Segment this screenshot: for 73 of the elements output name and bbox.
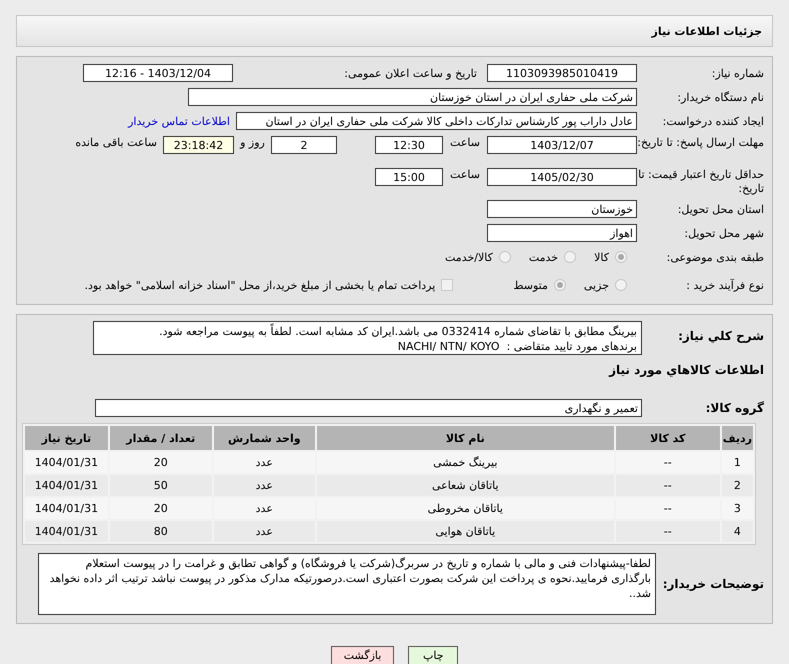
option-label: متوسط: [513, 278, 548, 292]
column-header: واحد شمارش: [214, 426, 315, 450]
column-header: رديف: [722, 426, 753, 450]
field-label: مهلت ارسال پاسخ: تا تاریخ:: [637, 136, 765, 150]
checkbox-label: پرداخت تمام یا بخشی از مبلغ خرید،از محل "اسناد خزانه اسلامی" خواهد بود.: [84, 278, 436, 292]
table-cell: --: [616, 452, 720, 473]
field-label: ساعت باقی مانده: [75, 136, 157, 149]
field-label: شماره نیاز:: [710, 66, 765, 80]
table-cell: 3: [722, 498, 753, 519]
contact-link[interactable]: اطلاعات تماس خریدار: [128, 114, 230, 128]
field-label: شرح کلي نياز:: [677, 328, 765, 343]
field-label: نوع فرآیند خرید :: [685, 278, 765, 292]
option-label: کالا: [594, 250, 609, 264]
table-cell: یاتاقان شعاعی: [316, 475, 614, 496]
table-cell: --: [616, 475, 720, 496]
column-header: تاریخ نیاز: [25, 426, 108, 450]
text-field[interactable]: 1103093985010419: [487, 64, 637, 82]
description-box[interactable]: بيرينگ مطابق با تقاضای شماره 0332414 می باشد.ایران کد مشابه است. لطفاً به پیوست مراجعه شود. برندهای مورد تایید متقاضی : NACHI/ NTN/ KOYO: [93, 321, 642, 355]
notes-box[interactable]: لطفا-پیشنهادات فنی و مالی با شماره و تاریخ در سربرگ(شرکت یا فروشگاه) و گواهی تطابق و غرامت را در پیوست استعلام بارگذاری فرمایید.نحوه ی پرداخت این شرکت بصورت اعتباری است.درصورتیکه مدارک مذکور در پیوست نباشد ترتیب اثر داده نخواهد شد..: [38, 553, 656, 615]
text-field[interactable]: خوزستان: [487, 200, 637, 218]
table-cell: 1404/01/31: [25, 475, 108, 496]
field-label: استان محل تحویل:: [676, 202, 765, 216]
option-label: جزیی: [584, 278, 609, 292]
field-label: روز و: [238, 136, 266, 149]
text-field[interactable]: شرکت ملی حفاری ایران در استان خوزستان: [188, 88, 637, 106]
table-cell: 20: [110, 498, 212, 519]
back-button[interactable]: بازگشت: [330, 646, 394, 664]
table-cell: 1404/01/31: [25, 498, 108, 519]
page-title: جزئیات اطلاعات نیاز: [652, 24, 762, 38]
field-label: توضيحات خريدار:: [664, 577, 765, 591]
text-field[interactable]: 2: [271, 136, 337, 154]
text-field[interactable]: 1403/12/07: [487, 136, 637, 154]
text-field[interactable]: تعمیر و نگهداری: [95, 399, 642, 417]
table-cell: یاتاقان مخروطی: [316, 498, 614, 519]
table-cell: عدد: [214, 475, 315, 496]
table-cell: 2: [722, 475, 753, 496]
text-field[interactable]: 12:30: [375, 136, 443, 154]
table-cell: بیرینگ خمشی: [316, 452, 614, 473]
field-label: ساعت: [449, 136, 481, 149]
table-cell: --: [616, 498, 720, 519]
table-cell: 1404/01/31: [25, 521, 108, 542]
table-cell: 1404/01/31: [25, 452, 108, 473]
text-field[interactable]: 23:18:42: [163, 136, 234, 154]
column-header: کد کالا: [616, 426, 720, 450]
table-cell: عدد: [214, 452, 315, 473]
column-header: تعداد / مقدار: [110, 426, 212, 450]
field-label: ایجاد کننده درخواست:: [662, 114, 765, 128]
option-label: خدمت: [528, 250, 558, 264]
table-cell: یاتاقان هوایی: [316, 521, 614, 542]
field-label: شهر محل تحویل:: [683, 226, 765, 240]
table-cell: 4: [722, 521, 753, 542]
table-cell: 20: [110, 452, 212, 473]
text-field[interactable]: 1403/12/04 - 12:16: [83, 64, 233, 82]
table-cell: 1: [722, 452, 753, 473]
field-label: ساعت: [449, 168, 481, 181]
table-cell: 50: [110, 475, 212, 496]
section-title: اطلاعات کالاهاي مورد نياز: [608, 363, 765, 377]
text-field[interactable]: عادل داراب پور کارشناس تدارکات داخلی کالا شرکت ملی حفاری ایران در استان: [236, 112, 637, 130]
field-label: تاریخ و ساعت اعلان عمومی:: [343, 66, 477, 80]
field-label: نام دستگاه خریدار:: [676, 90, 765, 104]
table-cell: عدد: [214, 521, 315, 542]
text-field[interactable]: 15:00: [375, 168, 443, 186]
field-label: گروه کالا:: [704, 401, 765, 415]
print-button[interactable]: چاپ: [408, 646, 458, 664]
table-cell: 80: [110, 521, 212, 542]
table-cell: --: [616, 521, 720, 542]
field-label: طبقه بندی موضوعی:: [666, 250, 765, 264]
text-field[interactable]: اهواز: [487, 224, 637, 242]
text-field[interactable]: 1405/02/30: [487, 168, 637, 186]
field-label: حداقل تاریخ اعتبار قیمت: تا تاریخ:: [637, 168, 765, 196]
table-cell: عدد: [214, 498, 315, 519]
option-label: کالا/خدمت: [445, 250, 493, 264]
column-header: نام کالا: [316, 426, 614, 450]
